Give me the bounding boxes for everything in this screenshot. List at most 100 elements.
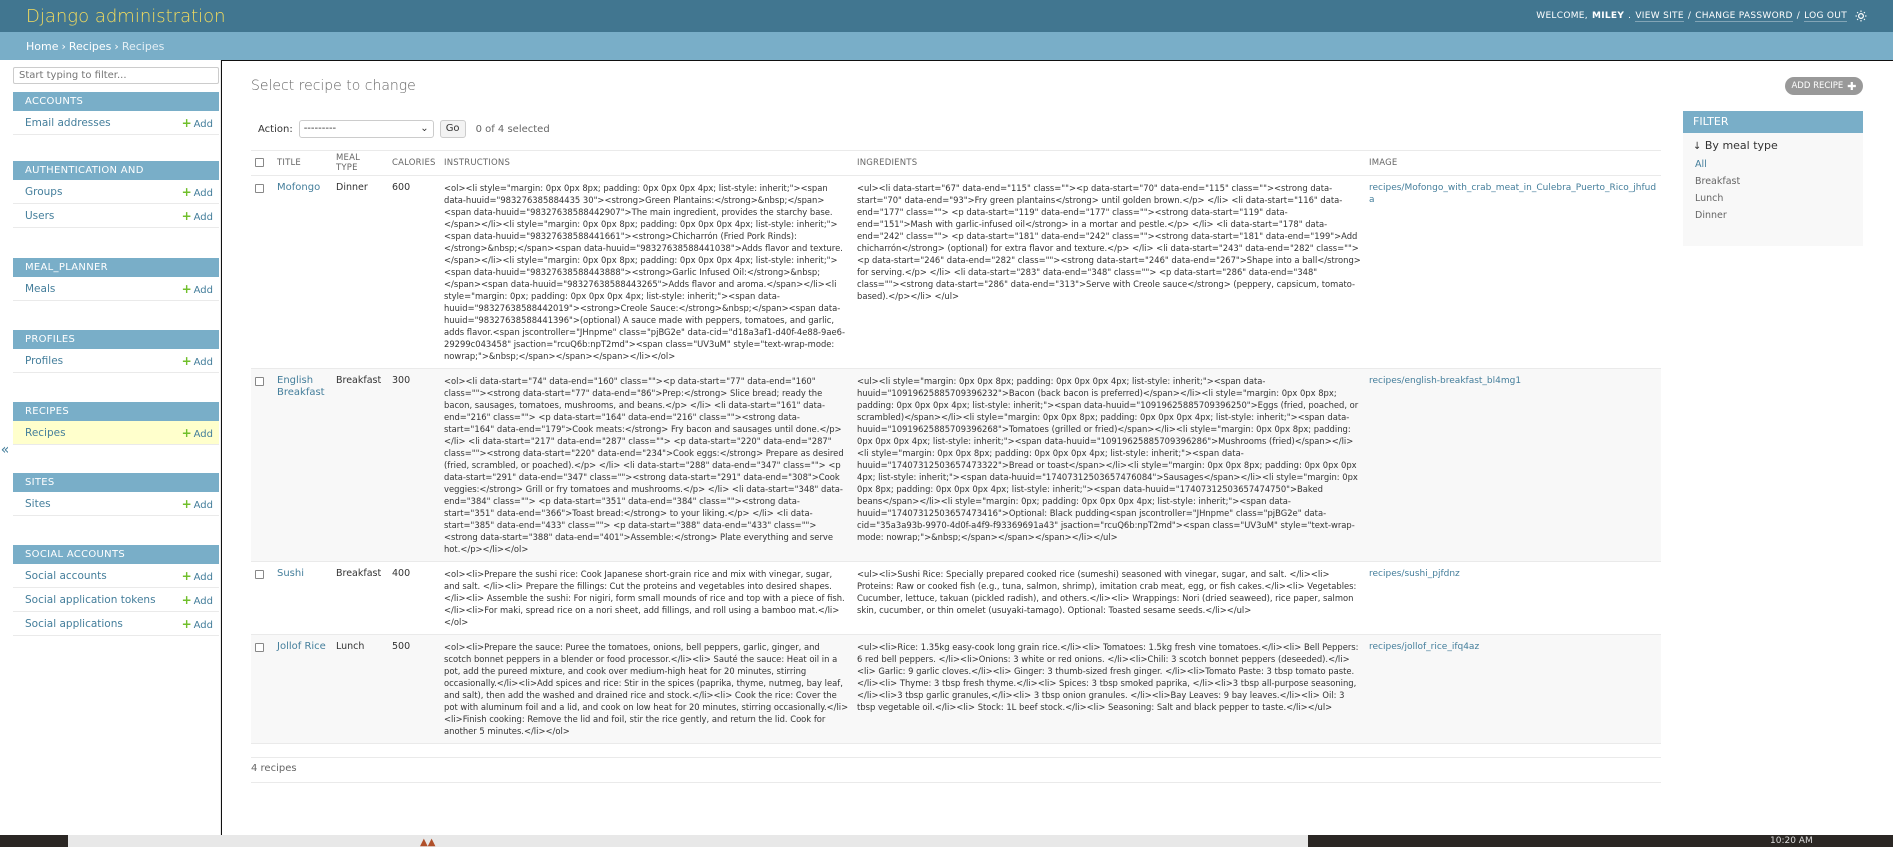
add-social-application-token-button[interactable]: + Add [182, 588, 213, 614]
breadcrumb-app[interactable]: Recipes [69, 40, 112, 53]
separator: / [1687, 11, 1692, 21]
table-row: English Breakfast Breakfast 300 <ol><li … [251, 368, 1661, 562]
image-cell: recipes/sushi_pjfdnz [1365, 561, 1661, 635]
column-header-calories[interactable]: CALORIES [388, 150, 440, 176]
add-site-button[interactable]: + Add [182, 492, 213, 518]
taskbar-clock: 10:20 AM [1770, 836, 1813, 846]
title-cell: Mofongo [273, 175, 332, 369]
add-recipe-sidebar-button[interactable]: + Add [182, 421, 213, 447]
column-header-title[interactable]: TITLE [273, 150, 332, 176]
filter-heading[interactable]: ↓ By meal type [1683, 133, 1863, 156]
nav-filter-input[interactable] [13, 67, 219, 84]
sidebar-item-email-addresses: Email addresses + Add [13, 111, 219, 135]
app-caption-auth[interactable]: AUTHENTICATION AND AUTHORIZATION [13, 161, 219, 195]
plus-icon: + [181, 617, 192, 631]
model-link-social-applications[interactable]: Social applications [25, 618, 123, 630]
row-select-cell [251, 561, 273, 635]
model-link-groups[interactable]: Groups [25, 186, 62, 198]
site-branding[interactable]: Django administration [26, 6, 226, 27]
app-module-sites: SITES Sites + Add [13, 473, 219, 516]
taskbar-window-strip [68, 835, 1308, 847]
toggle-nav-sidebar-button[interactable]: « [0, 440, 10, 460]
username: MILEY [1591, 11, 1625, 21]
row-select-cell [251, 368, 273, 562]
filter-option-breakfast[interactable]: Breakfast [1683, 173, 1863, 190]
filter-option-dinner[interactable]: Dinner [1683, 207, 1863, 224]
app-module-social-accounts: SOCIAL ACCOUNTS Social accounts + Add Soc… [13, 545, 219, 636]
calories-cell: 300 [388, 368, 440, 562]
model-link-social-application-tokens[interactable]: Social application tokens [25, 594, 156, 606]
add-label: Add [193, 188, 213, 199]
recipe-title-link[interactable]: Jollof Rice [277, 641, 326, 652]
sidebar-item-social-application-tokens: Social application tokens + Add [13, 588, 219, 612]
model-link-sites[interactable]: Sites [25, 498, 51, 510]
action-select-value: --------- [303, 123, 337, 134]
sidebar-item-groups: Groups + Add [13, 180, 219, 204]
image-link[interactable]: recipes/jollof_rice_ifq4az [1369, 642, 1479, 652]
add-label: Add [193, 620, 213, 631]
add-social-application-button[interactable]: + Add [182, 612, 213, 638]
image-link[interactable]: recipes/Mofongo_with_crab_meat_in_Culebr… [1369, 183, 1656, 205]
recipe-title-link[interactable]: Sushi [277, 568, 304, 579]
add-profile-button[interactable]: + Add [182, 349, 213, 375]
meal-type-cell: Breakfast [332, 561, 388, 635]
row-checkbox[interactable] [255, 377, 264, 386]
model-link-profiles[interactable]: Profiles [25, 355, 63, 367]
model-link-recipes[interactable]: Recipes [25, 427, 66, 439]
instructions-cell: <ol><li>Prepare the sushi rice: Cook Jap… [440, 561, 853, 635]
theme-toggle-icon[interactable] [1855, 10, 1867, 22]
filter-option-lunch[interactable]: Lunch [1683, 190, 1863, 207]
action-select[interactable]: --------- ⌄ [298, 120, 434, 138]
ingredients-cell: <ul><li>Sushi Rice: Specially prepared c… [853, 561, 1365, 635]
app-caption-profiles[interactable]: PROFILES [13, 330, 219, 349]
app-caption-sites[interactable]: SITES [13, 473, 219, 492]
add-email-address-button[interactable]: + Add [182, 111, 213, 137]
image-cell: recipes/jollof_rice_ifq4az [1365, 634, 1661, 744]
column-header-meal-type[interactable]: MEAL TYPE [332, 150, 388, 176]
changelist-filter: FILTER ↓ By meal type All Breakfast Lunc… [1683, 111, 1863, 246]
add-group-button[interactable]: + Add [182, 180, 213, 206]
filter-option-all[interactable]: All [1683, 156, 1863, 173]
log-out-link[interactable]: LOG OUT [1804, 11, 1847, 22]
meal-type-cell: Dinner [332, 175, 388, 369]
plus-icon: + [181, 354, 192, 368]
recipe-title-link[interactable]: English Breakfast [277, 375, 325, 398]
add-meal-button[interactable]: + Add [182, 277, 213, 303]
recipe-title-link[interactable]: Mofongo [277, 182, 320, 193]
add-user-button[interactable]: + Add [182, 204, 213, 230]
select-all-checkbox[interactable] [255, 158, 264, 167]
view-site-link[interactable]: VIEW SITE [1635, 11, 1684, 22]
model-link-meals[interactable]: Meals [25, 283, 55, 295]
add-label: Add [193, 212, 213, 223]
image-cell: recipes/Mofongo_with_crab_meat_in_Culebr… [1365, 175, 1661, 369]
app-caption-accounts[interactable]: ACCOUNTS [13, 92, 219, 111]
add-social-account-button[interactable]: + Add [182, 564, 213, 590]
image-cell: recipes/english-breakfast_bl4mg1 [1365, 368, 1661, 562]
welcome-text: WELCOME, [1536, 11, 1588, 21]
column-header-image[interactable]: IMAGE [1365, 150, 1661, 176]
select-all-header [251, 150, 273, 176]
add-recipe-button[interactable]: ADD RECIPE ✚ [1785, 77, 1863, 95]
go-button[interactable]: Go [439, 120, 466, 138]
column-header-ingredients[interactable]: INGREDIENTS [853, 150, 1365, 176]
row-checkbox[interactable] [255, 570, 264, 579]
app-module-profiles: PROFILES Profiles + Add [13, 330, 219, 373]
app-caption-social-accounts[interactable]: SOCIAL ACCOUNTS [13, 545, 219, 564]
column-header-instructions[interactable]: INSTRUCTIONS [440, 150, 853, 176]
plus-icon: + [181, 116, 192, 130]
image-link[interactable]: recipes/english-breakfast_bl4mg1 [1369, 376, 1521, 386]
image-link[interactable]: recipes/sushi_pjfdnz [1369, 569, 1460, 579]
change-password-link[interactable]: CHANGE PASSWORD [1695, 11, 1793, 22]
model-link-users[interactable]: Users [25, 210, 54, 222]
calories-cell: 400 [388, 561, 440, 635]
breadcrumb-separator: › [114, 39, 119, 53]
app-caption-meal-planner[interactable]: MEAL_PLANNER [13, 258, 219, 277]
model-link-social-accounts[interactable]: Social accounts [25, 570, 107, 582]
app-caption-recipes[interactable]: RECIPES [13, 402, 219, 421]
row-checkbox[interactable] [255, 184, 264, 193]
breadcrumb-home[interactable]: Home [26, 40, 58, 53]
meal-type-cell: Lunch [332, 634, 388, 744]
app-module-recipes: RECIPES Recipes + Add [13, 402, 219, 445]
model-link-email-addresses[interactable]: Email addresses [25, 117, 111, 129]
row-checkbox[interactable] [255, 643, 264, 652]
